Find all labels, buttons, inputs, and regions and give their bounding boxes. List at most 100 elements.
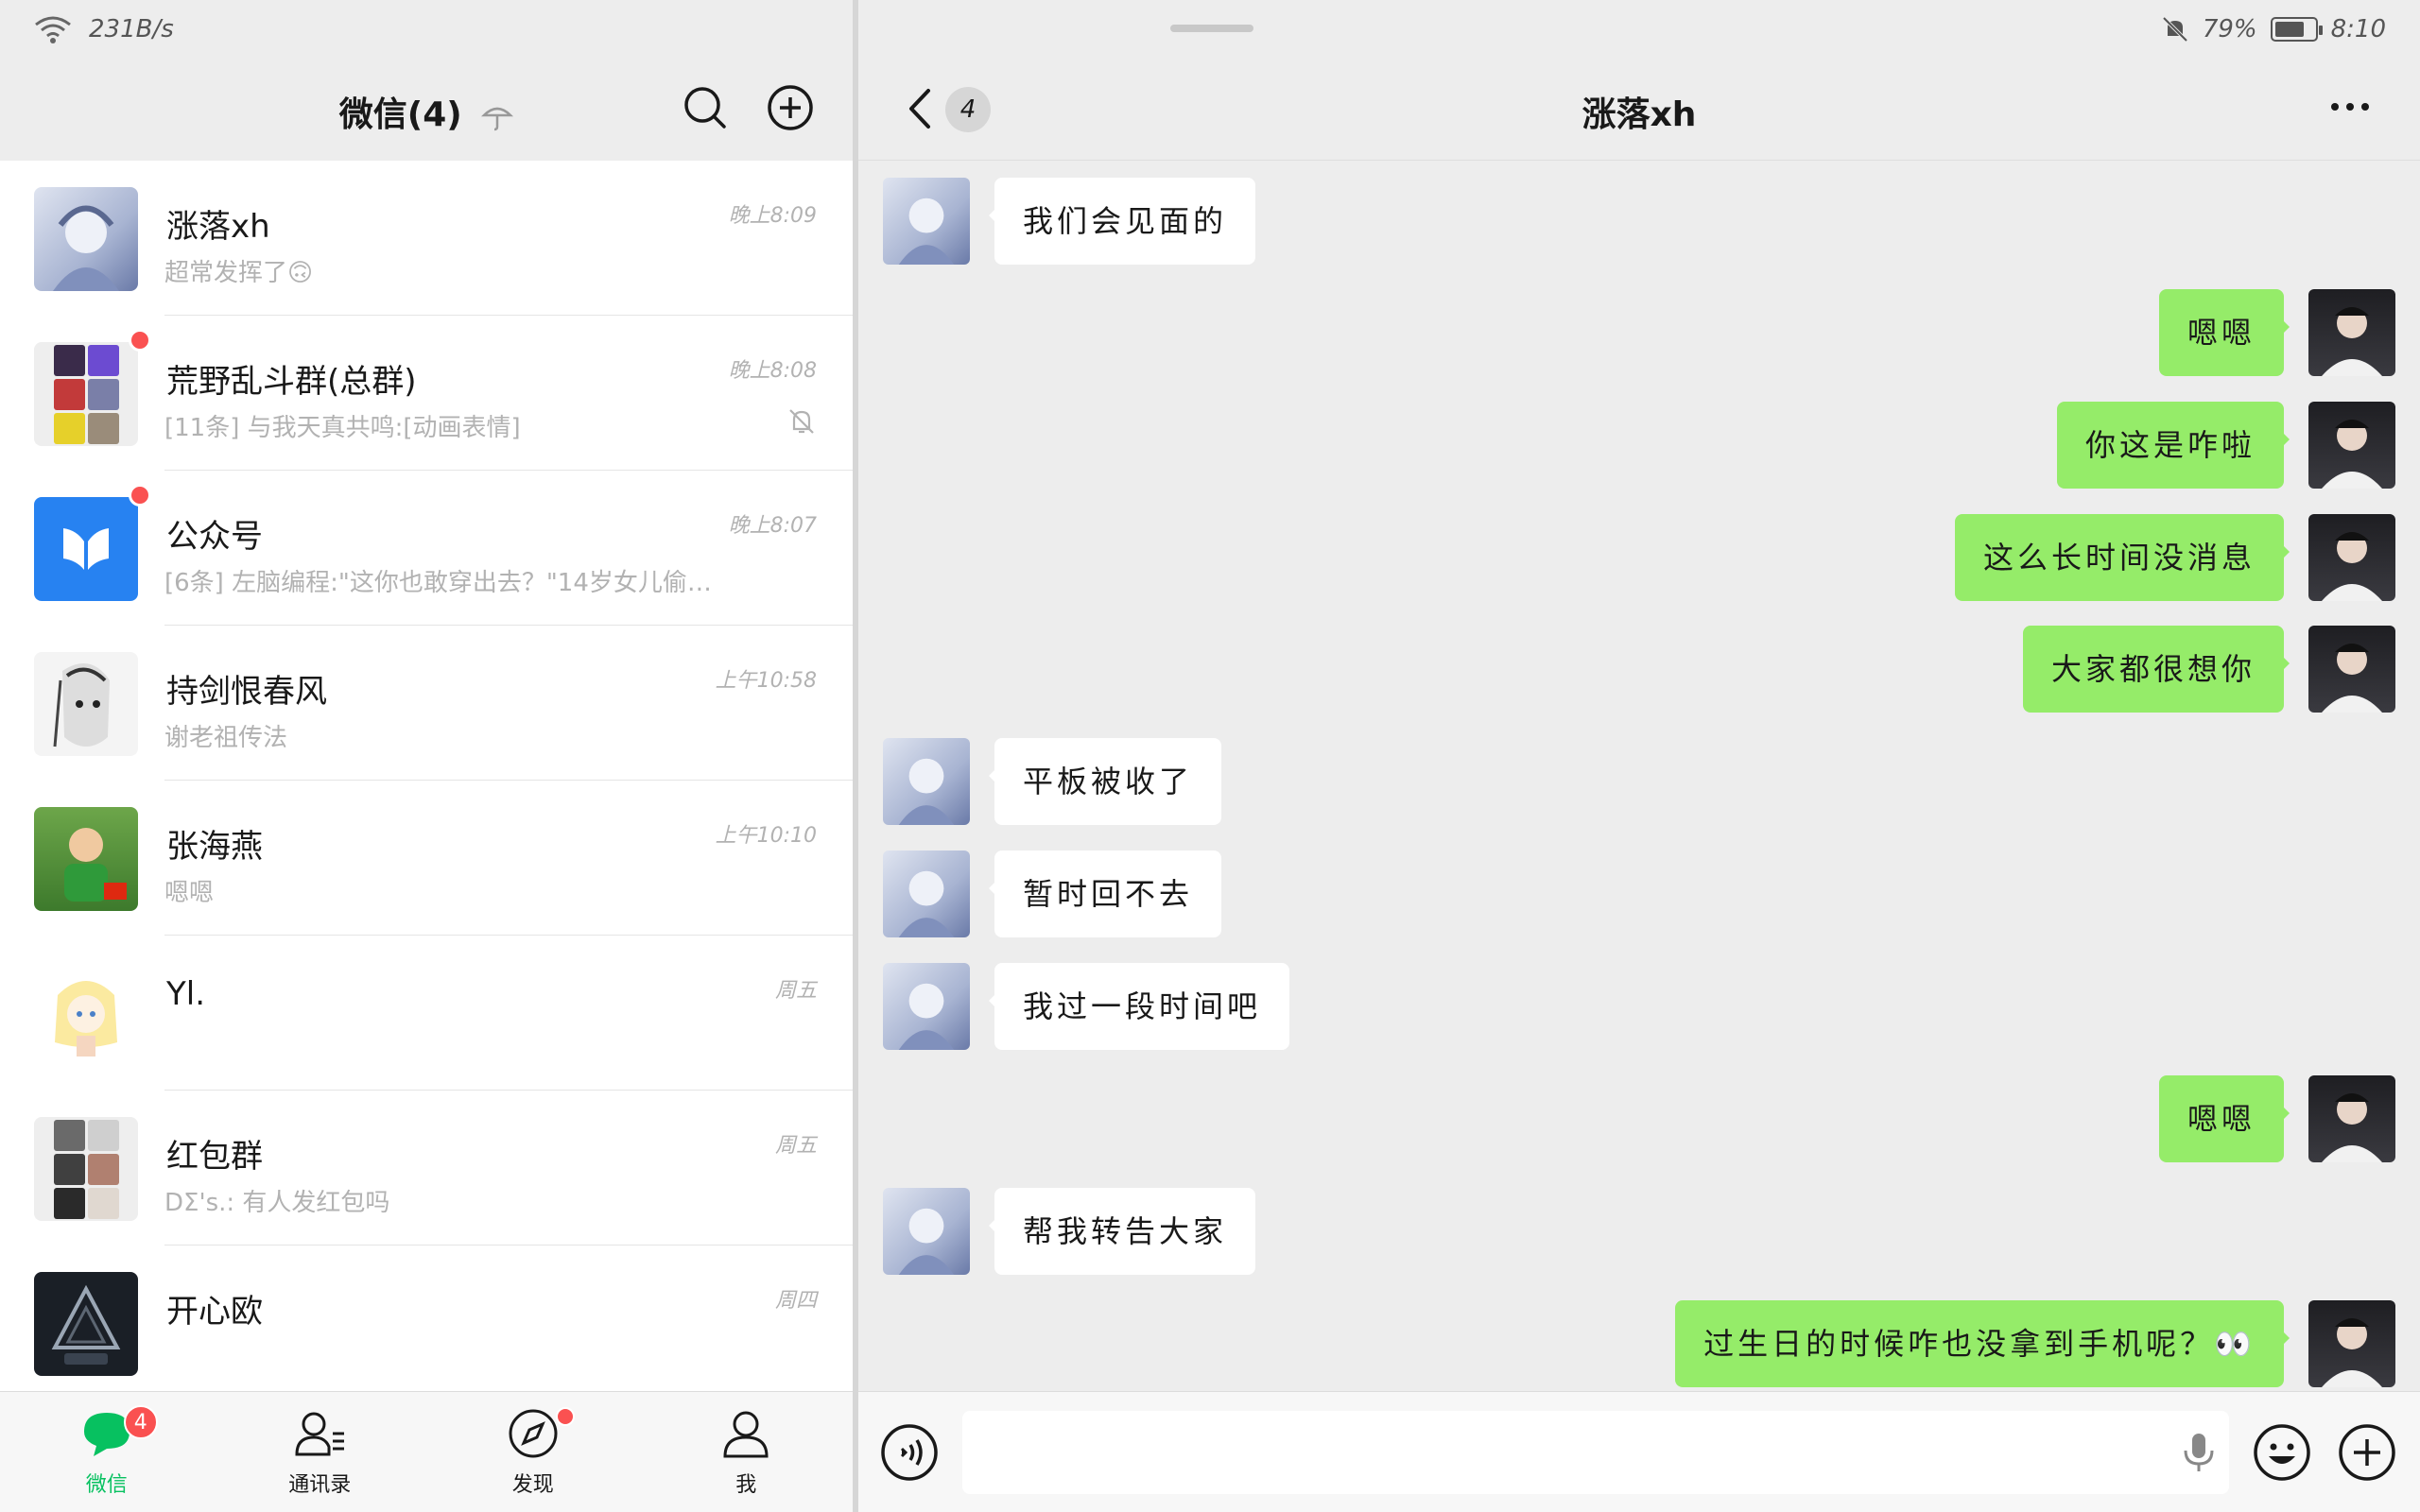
- chat-preview: [6条] 左脑编程:"这你也敢穿出去？"14岁女儿偷…: [164, 569, 712, 597]
- search-button[interactable]: [679, 81, 732, 134]
- chat-time: 晚上8:08: [728, 359, 817, 383]
- mute-bell-icon: [789, 409, 814, 434]
- message-list: 我们会见面的 嗯嗯 你这是咋啦 这么长时间没消息 大家都很想你 平板被收了 暂时…: [858, 161, 2420, 1391]
- chat-preview: 超常发挥了🙃: [164, 259, 314, 287]
- message-bubble[interactable]: 暂时回不去: [988, 850, 1222, 937]
- chat-preview: DΣ's.: 有人发红包吗: [164, 1189, 390, 1217]
- my-avatar[interactable]: [2308, 1300, 2395, 1387]
- chat-name: 张海燕: [166, 828, 263, 866]
- contact-avatar[interactable]: [883, 738, 970, 825]
- chat-preview: 嗯嗯: [164, 879, 215, 907]
- conversation-header: 4 涨落xh: [858, 59, 2420, 161]
- person-icon: [723, 1411, 769, 1458]
- message-bubble[interactable]: 我们会见面的: [988, 178, 1256, 265]
- chat-name: 持剑恨春风: [166, 673, 327, 711]
- message-input[interactable]: [962, 1411, 2229, 1494]
- voice-toggle-icon[interactable]: [879, 1422, 940, 1483]
- message-outgoing: 嗯嗯: [2158, 289, 2395, 376]
- emoji-icon[interactable]: [2252, 1422, 2312, 1483]
- my-avatar[interactable]: [2308, 289, 2395, 376]
- avatar: [34, 962, 138, 1066]
- unread-dot: [129, 329, 151, 352]
- chat-time: 上午10:10: [715, 824, 817, 848]
- message-incoming: 我过一段时间吧: [883, 963, 1290, 1050]
- chat-list-header: 微信(4): [0, 59, 853, 161]
- avatar: [34, 187, 138, 291]
- message-bubble[interactable]: 帮我转告大家: [988, 1188, 1256, 1275]
- tab-contacts[interactable]: 通讯录: [214, 1392, 427, 1512]
- clock: 8:10: [2330, 15, 2386, 43]
- my-avatar[interactable]: [2308, 402, 2395, 489]
- message-bubble[interactable]: 大家都很想你: [2022, 626, 2290, 713]
- microphone-icon[interactable]: [2178, 1430, 2220, 1475]
- message-bubble[interactable]: 嗯嗯: [2158, 1075, 2290, 1162]
- discover-dot: [555, 1407, 575, 1426]
- chat-time: 周五: [774, 1134, 817, 1158]
- chat-name: 公众号: [166, 518, 263, 556]
- message-bubble[interactable]: 这么长时间没消息: [1954, 514, 2290, 601]
- chat-name: 红包群: [166, 1138, 263, 1176]
- plus-circle-icon[interactable]: [2337, 1422, 2397, 1483]
- chat-list-item[interactable]: 开心欧 周四: [0, 1246, 853, 1391]
- tab-label: 我: [735, 1473, 757, 1497]
- chat-list-item[interactable]: 公众号 [6条] 左脑编程:"这你也敢穿出去？"14岁女儿偷… 晚上8:07: [0, 471, 853, 626]
- status-bar-right: 79% 8:10: [2161, 0, 2386, 59]
- my-avatar[interactable]: [2308, 626, 2395, 713]
- plus-circle-icon: [768, 85, 813, 130]
- chat-list-item[interactable]: 张海燕 嗯嗯 上午10:10: [0, 781, 853, 936]
- avatar: [34, 807, 138, 911]
- chat-list: 涨落xh 超常发挥了🙃 晚上8:09 荒野乱斗群(总群) [11条] 与我天真共…: [0, 161, 853, 1391]
- tab-label: 微信: [85, 1473, 128, 1497]
- input-bar: [858, 1391, 2420, 1512]
- chat-preview: 谢老祖传法: [164, 724, 288, 752]
- tab-me[interactable]: 我: [640, 1392, 854, 1512]
- contact-avatar[interactable]: [883, 963, 970, 1050]
- search-icon: [684, 87, 726, 129]
- tab-chats[interactable]: 4 微信: [0, 1392, 214, 1512]
- chat-list-pane: 231B/s 微信(4) 涨落xh 超常发挥了🙃 晚上8:09 荒野乱斗群(总群…: [0, 0, 853, 1512]
- message-bubble[interactable]: 我过一段时间吧: [988, 963, 1290, 1050]
- add-button[interactable]: [764, 81, 817, 134]
- avatar: [34, 1272, 138, 1376]
- conversation-title: 涨落xh: [1582, 95, 1697, 134]
- official-accounts-avatar: [34, 497, 138, 601]
- message-outgoing: 你这是咋啦: [2056, 402, 2395, 489]
- do-not-disturb-icon: [2162, 16, 2188, 43]
- chat-time: 周四: [774, 1289, 817, 1313]
- tab-badge: 4: [123, 1405, 158, 1439]
- group-avatar: [34, 342, 138, 446]
- chat-time: 上午10:58: [715, 669, 817, 693]
- chat-list-item[interactable]: 涨落xh 超常发挥了🙃 晚上8:09: [0, 161, 853, 316]
- message-outgoing: 过生日的时候咋也没拿到手机呢？👀: [1675, 1300, 2395, 1387]
- group-avatar: [34, 1117, 138, 1221]
- my-avatar[interactable]: [2308, 514, 2395, 601]
- chat-list-item[interactable]: Yl. 周五: [0, 936, 853, 1091]
- message-bubble[interactable]: 你这是咋啦: [2056, 402, 2290, 489]
- bookmark-icon: [63, 528, 109, 570]
- avatar: [34, 652, 138, 756]
- message-bubble[interactable]: 平板被收了: [988, 738, 1222, 825]
- chat-list-item[interactable]: 荒野乱斗群(总群) [11条] 与我天真共鸣:[动画表情] 晚上8:08: [0, 316, 853, 471]
- my-avatar[interactable]: [2308, 1075, 2395, 1162]
- contact-avatar[interactable]: [883, 850, 970, 937]
- contact-avatar[interactable]: [883, 1188, 970, 1275]
- tab-discover[interactable]: 发现: [426, 1392, 640, 1512]
- message-incoming: 暂时回不去: [883, 850, 1222, 937]
- message-bubble[interactable]: 嗯嗯: [2158, 289, 2290, 376]
- net-speed: 231B/s: [89, 15, 174, 43]
- contact-avatar[interactable]: [883, 178, 970, 265]
- drag-handle[interactable]: [1170, 25, 1253, 32]
- tab-label: 通讯录: [288, 1473, 352, 1497]
- message-incoming: 平板被收了: [883, 738, 1222, 825]
- tab-label: 发现: [511, 1473, 554, 1497]
- compass-icon: [509, 1409, 558, 1458]
- chat-name: 荒野乱斗群(总群): [166, 363, 417, 401]
- contacts-icon: [295, 1412, 345, 1456]
- message-bubble[interactable]: 过生日的时候咋也没拿到手机呢？👀: [1675, 1300, 2290, 1387]
- chat-time: 晚上8:07: [728, 514, 817, 538]
- chat-list-item[interactable]: 持剑恨春风 谢老祖传法 上午10:58: [0, 626, 853, 781]
- unread-dot: [129, 484, 151, 507]
- wifi-icon: [35, 16, 71, 43]
- chat-list-item[interactable]: 红包群 DΣ's.: 有人发红包吗 周五: [0, 1091, 853, 1246]
- more-options-icon[interactable]: [2327, 93, 2373, 121]
